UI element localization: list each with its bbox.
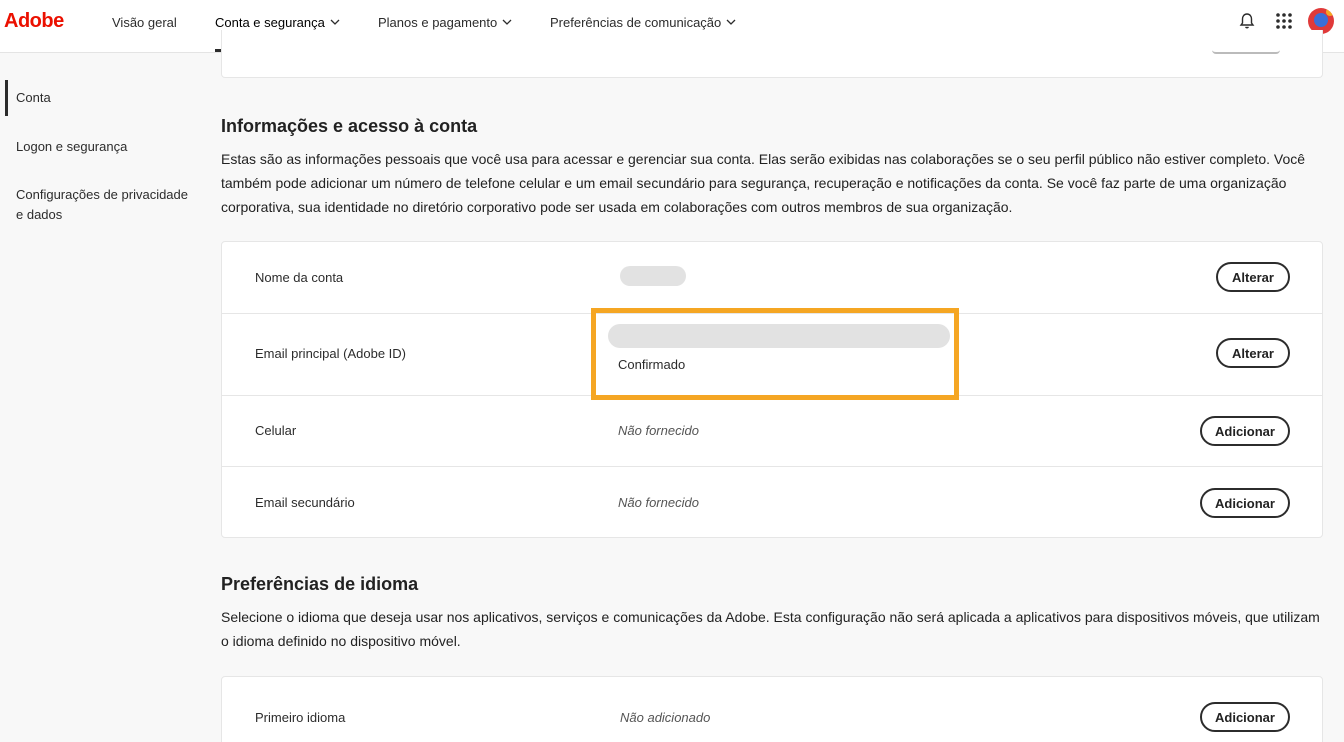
highlight-box <box>591 308 959 400</box>
row-mobile: Celular Não fornecido Adicionar <box>222 396 1322 467</box>
previous-card <box>221 30 1323 78</box>
account-section-title: Informações e acesso à conta <box>221 116 478 136</box>
language-card: Primeiro idioma Não adicionado Adicionar <box>221 676 1323 742</box>
account-section-description: Estas são as informações pessoais que vo… <box>221 151 1306 215</box>
sidebar-active-indicator <box>5 80 8 116</box>
row-label: Email principal (Adobe ID) <box>255 346 407 361</box>
row-label: Primeiro idioma <box>255 710 346 725</box>
add-first-language-button[interactable]: Adicionar <box>1200 702 1290 732</box>
redacted-name <box>620 266 686 286</box>
chevron-down-icon <box>502 19 512 25</box>
nav-account-security-label: Conta e segurança <box>215 14 325 30</box>
apps-grid-icon[interactable] <box>1274 11 1294 31</box>
sidebar-item-login-security[interactable]: Logon e segurança <box>16 137 196 157</box>
row-secondary-email: Email secundário Não fornecido Adicionar <box>222 467 1322 539</box>
nav-communication-prefs[interactable]: Preferências de comunicação <box>550 14 736 30</box>
row-label: Celular <box>255 423 297 438</box>
previous-card-button[interactable] <box>1212 50 1280 54</box>
row-label: Nome da conta <box>255 270 344 285</box>
row-label: Email secundário <box>255 495 355 510</box>
sidebar-item-account[interactable]: Conta <box>16 88 196 108</box>
nav-account-security[interactable]: Conta e segurança <box>215 14 340 30</box>
language-section-description: Selecione o idioma que deseja usar nos a… <box>221 609 1320 649</box>
nav-overview-label: Visão geral <box>112 14 177 30</box>
add-secondary-email-button[interactable]: Adicionar <box>1200 488 1290 518</box>
add-mobile-button[interactable]: Adicionar <box>1200 416 1290 446</box>
nav-overview[interactable]: Visão geral <box>112 14 177 30</box>
avatar-image <box>1314 13 1328 27</box>
notification-dot <box>1326 8 1334 16</box>
change-account-name-button[interactable]: Alterar <box>1216 262 1290 292</box>
adobe-logo[interactable]: Adobe <box>4 10 64 33</box>
nav-plans-payment[interactable]: Planos e pagamento <box>378 14 512 30</box>
row-value: Não adicionado <box>620 710 711 725</box>
nav-plans-payment-label: Planos e pagamento <box>378 14 498 30</box>
sidebar-item-privacy[interactable]: Configurações de privacidade e dados <box>16 185 191 225</box>
row-value: Não fornecido <box>618 495 699 510</box>
change-primary-email-button[interactable]: Alterar <box>1216 338 1290 368</box>
row-account-name: Nome da conta Alterar <box>222 242 1322 314</box>
chevron-down-icon <box>330 19 340 25</box>
row-value: Não fornecido <box>618 423 699 438</box>
nav-communication-prefs-label: Preferências de comunicação <box>550 14 722 30</box>
chevron-down-icon <box>726 19 736 25</box>
language-section-title: Preferências de idioma <box>221 574 419 594</box>
bell-icon[interactable] <box>1237 11 1257 31</box>
row-first-language: Primeiro idioma Não adicionado Adicionar <box>222 677 1322 742</box>
